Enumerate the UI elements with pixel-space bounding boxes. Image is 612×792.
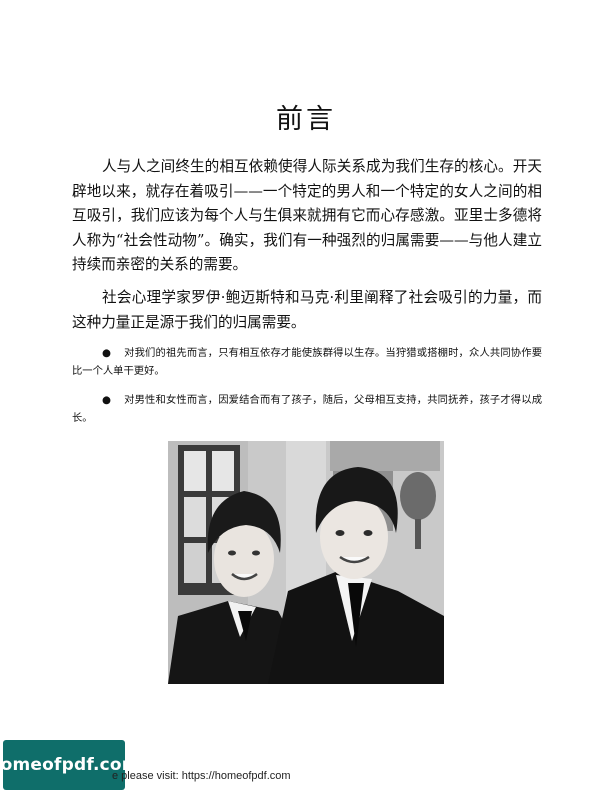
bullet-icon: ● — [102, 394, 111, 406]
watermark-logo[interactable]: homeofpdf.com — [0, 740, 140, 790]
bullet-text-1: 对我们的祖先而言，只有相互依存才能使族群得以生存。当狩猎或搭棚时，众人共同协作要… — [72, 347, 542, 377]
watermark-footer-link[interactable]: e please visit: https://homeofpdf.com — [112, 770, 291, 782]
body-paragraph-1: 人与人之间终生的相互依赖使得人际关系成为我们生存的核心。开天辟地以来，就存在着吸… — [72, 158, 542, 273]
body-paragraph-2: 社会心理学家罗伊·鲍迈斯特和马克·利里阐释了社会吸引的力量，而这种力量正是源于我… — [72, 289, 542, 331]
photo-two-men — [168, 441, 444, 684]
bullet-text-2: 对男性和女性而言，因爱结合而有了孩子，随后，父母相互支持，共同抚养，孩子才得以成… — [72, 394, 542, 424]
bullet-item-1: ● 对我们的祖先而言，只有相互依存才能使族群得以生存。当狩猎或搭棚时，众人共同协作… — [72, 345, 542, 380]
bullet-item-2: ● 对男性和女性而言，因爱结合而有了孩子，随后，父母相互支持，共同抚养，孩子才得以… — [72, 392, 542, 427]
bullet-icon: ● — [102, 347, 111, 359]
page-title: 前言 — [276, 104, 336, 135]
